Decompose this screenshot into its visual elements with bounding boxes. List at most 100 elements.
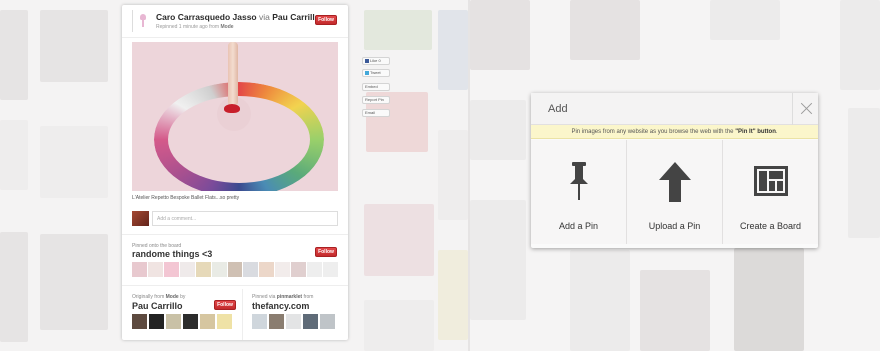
board-thumbnail	[323, 262, 338, 277]
comment-input[interactable]: Add a comment...	[152, 211, 338, 226]
email-label: Email	[365, 110, 376, 115]
legs-graphic	[228, 42, 238, 106]
pin-it-notice: Pin images from any website as you brows…	[531, 125, 818, 139]
origin-pinner-name[interactable]: Pau Carrillo	[132, 301, 183, 311]
origin-follow-button[interactable]: Follow	[214, 300, 236, 310]
create-a-board-option[interactable]: Create a Board	[723, 140, 818, 244]
pin-card: Caro Carrasquedo Jasso via Pau Carrillo …	[122, 5, 348, 340]
pin-it-link[interactable]: "Pin It" button	[735, 129, 776, 135]
add-a-pin-label: Add a Pin	[558, 221, 599, 231]
background-pin-tile	[848, 108, 880, 238]
board-thumbnail	[195, 262, 211, 277]
source-thumbnail[interactable]	[286, 314, 301, 329]
origin-suffix: by	[180, 294, 186, 300]
origin-thumbnail[interactable]	[166, 314, 181, 329]
divider	[122, 234, 348, 235]
pin-header: Caro Carrasquedo Jasso via Pau Carrillo …	[122, 5, 348, 38]
pinned-via-label: Pinned via pinmarklet from	[252, 294, 313, 300]
modal-title: Add	[548, 103, 568, 115]
origin-source[interactable]: Mode	[166, 294, 179, 300]
background-pin-tile	[840, 0, 880, 90]
like-count: 0	[378, 58, 381, 63]
tweet-label: Tweet	[370, 70, 381, 75]
pinner-avatar[interactable]	[132, 10, 152, 32]
repin-source[interactable]: Mode	[220, 24, 233, 30]
divider	[242, 289, 243, 340]
embed-button[interactable]: Embed	[362, 83, 390, 91]
upload-a-pin-option[interactable]: Upload a Pin	[627, 140, 723, 244]
follow-button[interactable]: Follow	[315, 15, 337, 25]
origin-thumbnail[interactable]	[183, 314, 198, 329]
add-options: Add a Pin Upload a Pin Create a Board	[531, 140, 818, 244]
via-suffix: from	[303, 294, 314, 300]
board-thumbnail	[307, 262, 323, 277]
origin-thumbnail[interactable]	[200, 314, 215, 329]
pin-image[interactable]	[132, 42, 338, 191]
upload-a-pin-label: Upload a Pin	[648, 221, 701, 231]
add-modal-panel: Add Pin images from any website as you b…	[470, 0, 880, 351]
notice-text: Pin images from any website as you brows…	[571, 129, 734, 135]
twitter-icon	[365, 70, 369, 75]
board-thumbnail	[227, 262, 243, 277]
board-thumbnail	[163, 262, 179, 277]
background-pin-tile	[570, 250, 630, 351]
via-prefix: Pinned via	[252, 294, 276, 300]
background-pin-tile	[570, 0, 640, 60]
commenter-avatar	[132, 211, 149, 226]
source-thumbnail[interactable]	[269, 314, 284, 329]
upload-arrow-icon	[658, 162, 691, 202]
board-name[interactable]: randome things <3	[132, 249, 212, 259]
like-label: Like	[370, 58, 378, 63]
board-thumbnail	[275, 262, 291, 277]
background-pin-tile	[470, 0, 530, 70]
notice-suffix: .	[775, 129, 778, 135]
pushpin-icon	[569, 162, 588, 200]
background-pin-tile	[734, 248, 804, 351]
via-name[interactable]: Pau Carrillo	[272, 12, 320, 22]
report-pin-button[interactable]: Report Pin	[362, 96, 390, 104]
source-thumbnail[interactable]	[320, 314, 335, 329]
repin-prefix: Repinned 1 minute ago from	[156, 24, 220, 30]
tweet-button[interactable]: Tweet	[362, 69, 390, 77]
email-button[interactable]: Email	[362, 109, 390, 117]
board-thumbnail	[132, 262, 147, 277]
embed-label: Embed	[365, 84, 378, 89]
source-thumbnail[interactable]	[252, 314, 267, 329]
add-a-pin-option[interactable]: Add a Pin	[531, 140, 627, 244]
background-pin-tile	[710, 0, 780, 40]
facebook-icon	[365, 58, 369, 63]
board-thumbnail	[291, 262, 307, 277]
origin-thumbnail[interactable]	[132, 314, 147, 329]
origin-thumbnail[interactable]	[217, 314, 232, 329]
background-pin-tile	[640, 270, 710, 351]
report-label: Report Pin	[365, 97, 384, 102]
pin-attribution: Caro Carrasquedo Jasso via Pau Carrillo	[156, 12, 320, 22]
repin-info: Repinned 1 minute ago from Mode	[156, 24, 234, 30]
origin-prefix: Originally from	[132, 294, 165, 300]
board-follow-button[interactable]: Follow	[315, 247, 337, 257]
facebook-like-button[interactable]: Like 0	[362, 57, 390, 65]
modal-header: Add	[531, 93, 818, 125]
via-source[interactable]: pinmarklet	[277, 294, 302, 300]
create-a-board-label: Create a Board	[739, 221, 802, 231]
board-thumbnail	[243, 262, 259, 277]
divider	[122, 285, 348, 286]
background-pin-tile	[470, 200, 526, 320]
pin-page-panel: Like 0 Tweet Embed Report Pin Email Caro…	[0, 0, 468, 351]
background-pin-tile	[470, 100, 526, 160]
board-thumbnail	[179, 262, 195, 277]
origin-label: Originally from Mode by	[132, 294, 185, 300]
board-thumbnail	[211, 262, 227, 277]
source-thumbnail[interactable]	[303, 314, 318, 329]
add-modal: Add Pin images from any website as you b…	[531, 93, 818, 248]
pinner-name[interactable]: Caro Carrasquedo Jasso	[156, 12, 257, 22]
board-thumbnail	[147, 262, 163, 277]
board-grid-icon	[753, 166, 788, 196]
board-thumbnails[interactable]	[132, 262, 338, 277]
source-domain[interactable]: thefancy.com	[252, 301, 309, 311]
red-shoe-graphic	[224, 104, 240, 113]
pin-description: L'Atelier Repetto Bespoke Ballet Flats..…	[132, 195, 240, 201]
close-icon[interactable]	[792, 93, 818, 125]
origin-thumbnail[interactable]	[149, 314, 164, 329]
via-word: via	[259, 12, 270, 22]
